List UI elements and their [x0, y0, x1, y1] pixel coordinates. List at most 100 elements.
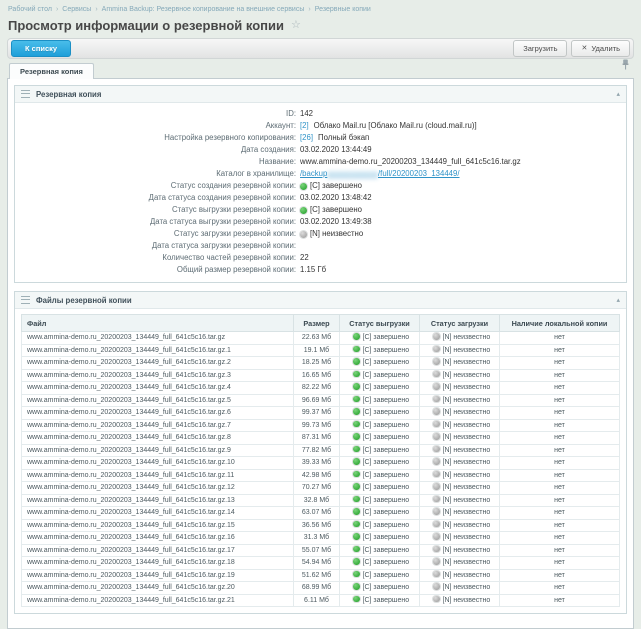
- file-name-cell: www.ammina-demo.ru_20200203_134449_full_…: [22, 594, 294, 607]
- upload-status-cell: [C] завершено: [340, 544, 420, 557]
- collapse-panel-icon[interactable]: ▴: [616, 91, 620, 98]
- status-label: [N] неизвестно: [443, 484, 491, 491]
- column-header-upload: Статус выгрузки: [340, 315, 420, 332]
- field-value: 03.02.2020 13:44:49: [300, 144, 372, 156]
- local-copy-cell: нет: [500, 357, 620, 370]
- breadcrumb-link[interactable]: Резервные копии: [315, 6, 371, 13]
- download-status-cell: [N] неизвестно: [420, 544, 500, 557]
- status-dot-unknown: [433, 483, 440, 490]
- reference-link[interactable]: [26]: [300, 132, 313, 144]
- field-value: 22: [300, 252, 309, 264]
- status-label: [C] завершено: [363, 422, 410, 429]
- delete-button[interactable]: ✕ Удалить: [571, 40, 630, 57]
- file-name-cell: www.ammina-demo.ru_20200203_134449_full_…: [22, 569, 294, 582]
- file-size-cell: 42.98 Мб: [294, 469, 340, 482]
- form-row: Дата создания:03.02.2020 13:44:49: [15, 144, 626, 156]
- status-label: [C] завершено: [363, 434, 410, 441]
- local-copy-cell: нет: [500, 519, 620, 532]
- download-button[interactable]: Загрузить: [513, 40, 567, 57]
- column-header-local: Наличие локальной копии: [500, 315, 620, 332]
- file-name-cell: www.ammina-demo.ru_20200203_134449_full_…: [22, 332, 294, 345]
- local-copy-cell: нет: [500, 457, 620, 470]
- file-size-cell: 6.11 Мб: [294, 594, 340, 607]
- file-size-cell: 39.33 Мб: [294, 457, 340, 470]
- local-copy-cell: нет: [500, 394, 620, 407]
- status-dot-unknown: [433, 571, 440, 578]
- field-label: Дата создания:: [15, 144, 300, 156]
- status-label: [N] неизвестно: [443, 434, 491, 441]
- field-label: Дата статуса выгрузки резервной копии:: [15, 216, 300, 228]
- status-dot-unknown: [433, 471, 440, 478]
- field-value: 03.02.2020 13:48:42: [300, 192, 372, 204]
- title-row: Просмотр информации о резервной копии ☆: [7, 17, 634, 38]
- download-status-cell: [N] неизвестно: [420, 482, 500, 495]
- status-label: [C] завершено: [363, 397, 410, 404]
- form-row: Дата статуса выгрузки резервной копии:03…: [15, 216, 626, 228]
- file-name-cell: www.ammina-demo.ru_20200203_134449_full_…: [22, 494, 294, 507]
- file-row: www.ammina-demo.ru_20200203_134449_full_…: [22, 419, 620, 432]
- file-row: www.ammina-demo.ru_20200203_134449_full_…: [22, 507, 620, 520]
- status-label: [C] завершено: [310, 204, 362, 216]
- breadcrumb-separator: ›: [56, 6, 58, 13]
- breadcrumb-link[interactable]: Рабочий стол: [8, 6, 52, 13]
- status-dot-completed: [300, 207, 307, 214]
- status-label: [N] неизвестно: [443, 559, 491, 566]
- collapse-panel-icon[interactable]: ▴: [616, 297, 620, 304]
- file-size-cell: 16.65 Мб: [294, 369, 340, 382]
- file-row: www.ammina-demo.ru_20200203_134449_full_…: [22, 407, 620, 420]
- breadcrumb-link[interactable]: Сервисы: [62, 6, 91, 13]
- status-label: [C] завершено: [363, 459, 410, 466]
- status-dot-unknown: [433, 396, 440, 403]
- file-name-cell: www.ammina-demo.ru_20200203_134449_full_…: [22, 482, 294, 495]
- local-copy-cell: нет: [500, 557, 620, 570]
- status-dot-unknown: [433, 508, 440, 515]
- status-label: [N] неизвестно: [443, 597, 491, 604]
- file-size-cell: 82.22 Мб: [294, 382, 340, 395]
- file-size-cell: 63.07 Мб: [294, 507, 340, 520]
- upload-status-cell: [C] завершено: [340, 357, 420, 370]
- file-size-cell: 22.63 Мб: [294, 332, 340, 345]
- download-status-cell: [N] неизвестно: [420, 419, 500, 432]
- upload-status-cell: [C] завершено: [340, 407, 420, 420]
- status-label: [C] завершено: [363, 559, 410, 566]
- field-label: Аккаунт:: [15, 120, 300, 132]
- status-label: [N] неизвестно: [443, 347, 491, 354]
- form-row: Статус загрузки резервной копии:[N] неиз…: [15, 228, 626, 240]
- page-title: Просмотр информации о резервной копии: [8, 18, 284, 33]
- files-table-body: www.ammina-demo.ru_20200203_134449_full_…: [22, 332, 620, 607]
- file-row: www.ammina-demo.ru_20200203_134449_full_…: [22, 594, 620, 607]
- local-copy-cell: нет: [500, 544, 620, 557]
- column-header-size: Размер: [294, 315, 340, 332]
- breadcrumb-link[interactable]: Ammina Backup: Резервное копирование на …: [102, 6, 305, 13]
- form-row: Настройка резервного копирования:[26]Пол…: [15, 132, 626, 144]
- status-label: [C] завершено: [310, 180, 362, 192]
- file-size-cell: 99.73 Мб: [294, 419, 340, 432]
- file-size-cell: 51.62 Мб: [294, 569, 340, 582]
- file-size-cell: 54.94 Мб: [294, 557, 340, 570]
- status-label: [C] завершено: [363, 547, 410, 554]
- status-label: [N] неизвестно: [443, 522, 491, 529]
- status-dot-completed: [353, 371, 360, 378]
- local-copy-cell: нет: [500, 582, 620, 595]
- storage-path-link[interactable]: /backupxxxxxxxxxxxxx/full/20200203_13444…: [300, 168, 460, 180]
- favorite-star-icon[interactable]: ☆: [291, 20, 301, 31]
- status-label: [N] неизвестно: [443, 459, 491, 466]
- download-status-cell: [N] неизвестно: [420, 382, 500, 395]
- field-label: Статус создания резервной копии:: [15, 180, 300, 192]
- status-dot-unknown: [433, 446, 440, 453]
- status-label: [N] неизвестно: [443, 422, 491, 429]
- status-dot-unknown: [433, 521, 440, 528]
- file-row: www.ammina-demo.ru_20200203_134449_full_…: [22, 457, 620, 470]
- status-dot-completed: [353, 546, 360, 553]
- status-label: [N] неизвестно: [310, 228, 363, 240]
- tab-backup-copy[interactable]: Резервная копия: [9, 63, 94, 79]
- reference-link[interactable]: [2]: [300, 120, 309, 132]
- upload-status-cell: [C] завершено: [340, 369, 420, 382]
- pin-icon[interactable]: [622, 57, 629, 75]
- back-to-list-button[interactable]: К списку: [11, 40, 71, 57]
- local-copy-cell: нет: [500, 569, 620, 582]
- status-label: [N] неизвестно: [443, 334, 491, 341]
- backup-info-panel: Резервная копия ▴ ID:142Аккаунт:[2]Облак…: [14, 85, 627, 283]
- field-label: Количество частей резервной копии:: [15, 252, 300, 264]
- breadcrumb: Рабочий стол›Сервисы›Ammina Backup: Резе…: [7, 3, 634, 17]
